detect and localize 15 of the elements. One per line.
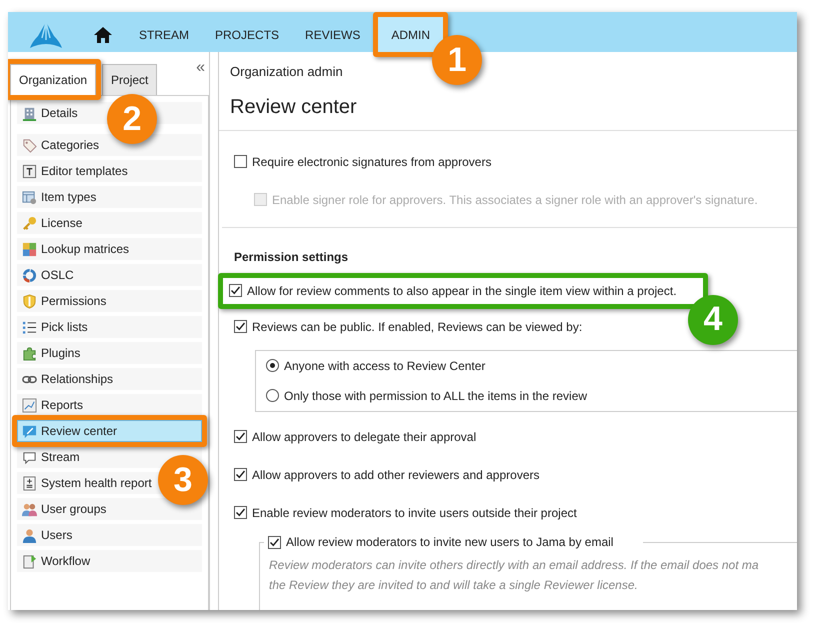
option-label: Allow review moderators to invite new users to Jama by email xyxy=(286,536,614,548)
option-label: Allow for review comments to also appear in the single item view within a project. xyxy=(247,282,677,300)
option-label: Allow approvers to add other reviewers and approvers xyxy=(252,466,540,484)
breadcrumb-text: Organization admin xyxy=(229,63,344,81)
option-label: Reviews can be public. If enabled, Reviews can be viewed by: xyxy=(252,318,582,336)
option-label: Allow approvers to delegate their approval xyxy=(252,428,476,446)
disabled-option-label: Enable signer role for approvers. This associates a signer role with an approver's signature. xyxy=(272,192,758,208)
section-heading: Permission settings xyxy=(234,248,350,266)
option-label: Only those with permission to ALL the items in the review xyxy=(284,388,588,404)
page-title: Review center xyxy=(229,94,358,120)
option-label: Enable review moderators to invite users outside their project xyxy=(252,504,577,522)
option-label: Anyone with access to Review Center xyxy=(284,358,486,374)
option-label: Require electronic signatures from approvers xyxy=(252,154,492,170)
help-text: Review moderators can invite others directly with an email address. If the email does not ma xyxy=(269,556,760,574)
help-text: the Review they are invited to and will take a single Reviewer license. xyxy=(269,576,639,594)
